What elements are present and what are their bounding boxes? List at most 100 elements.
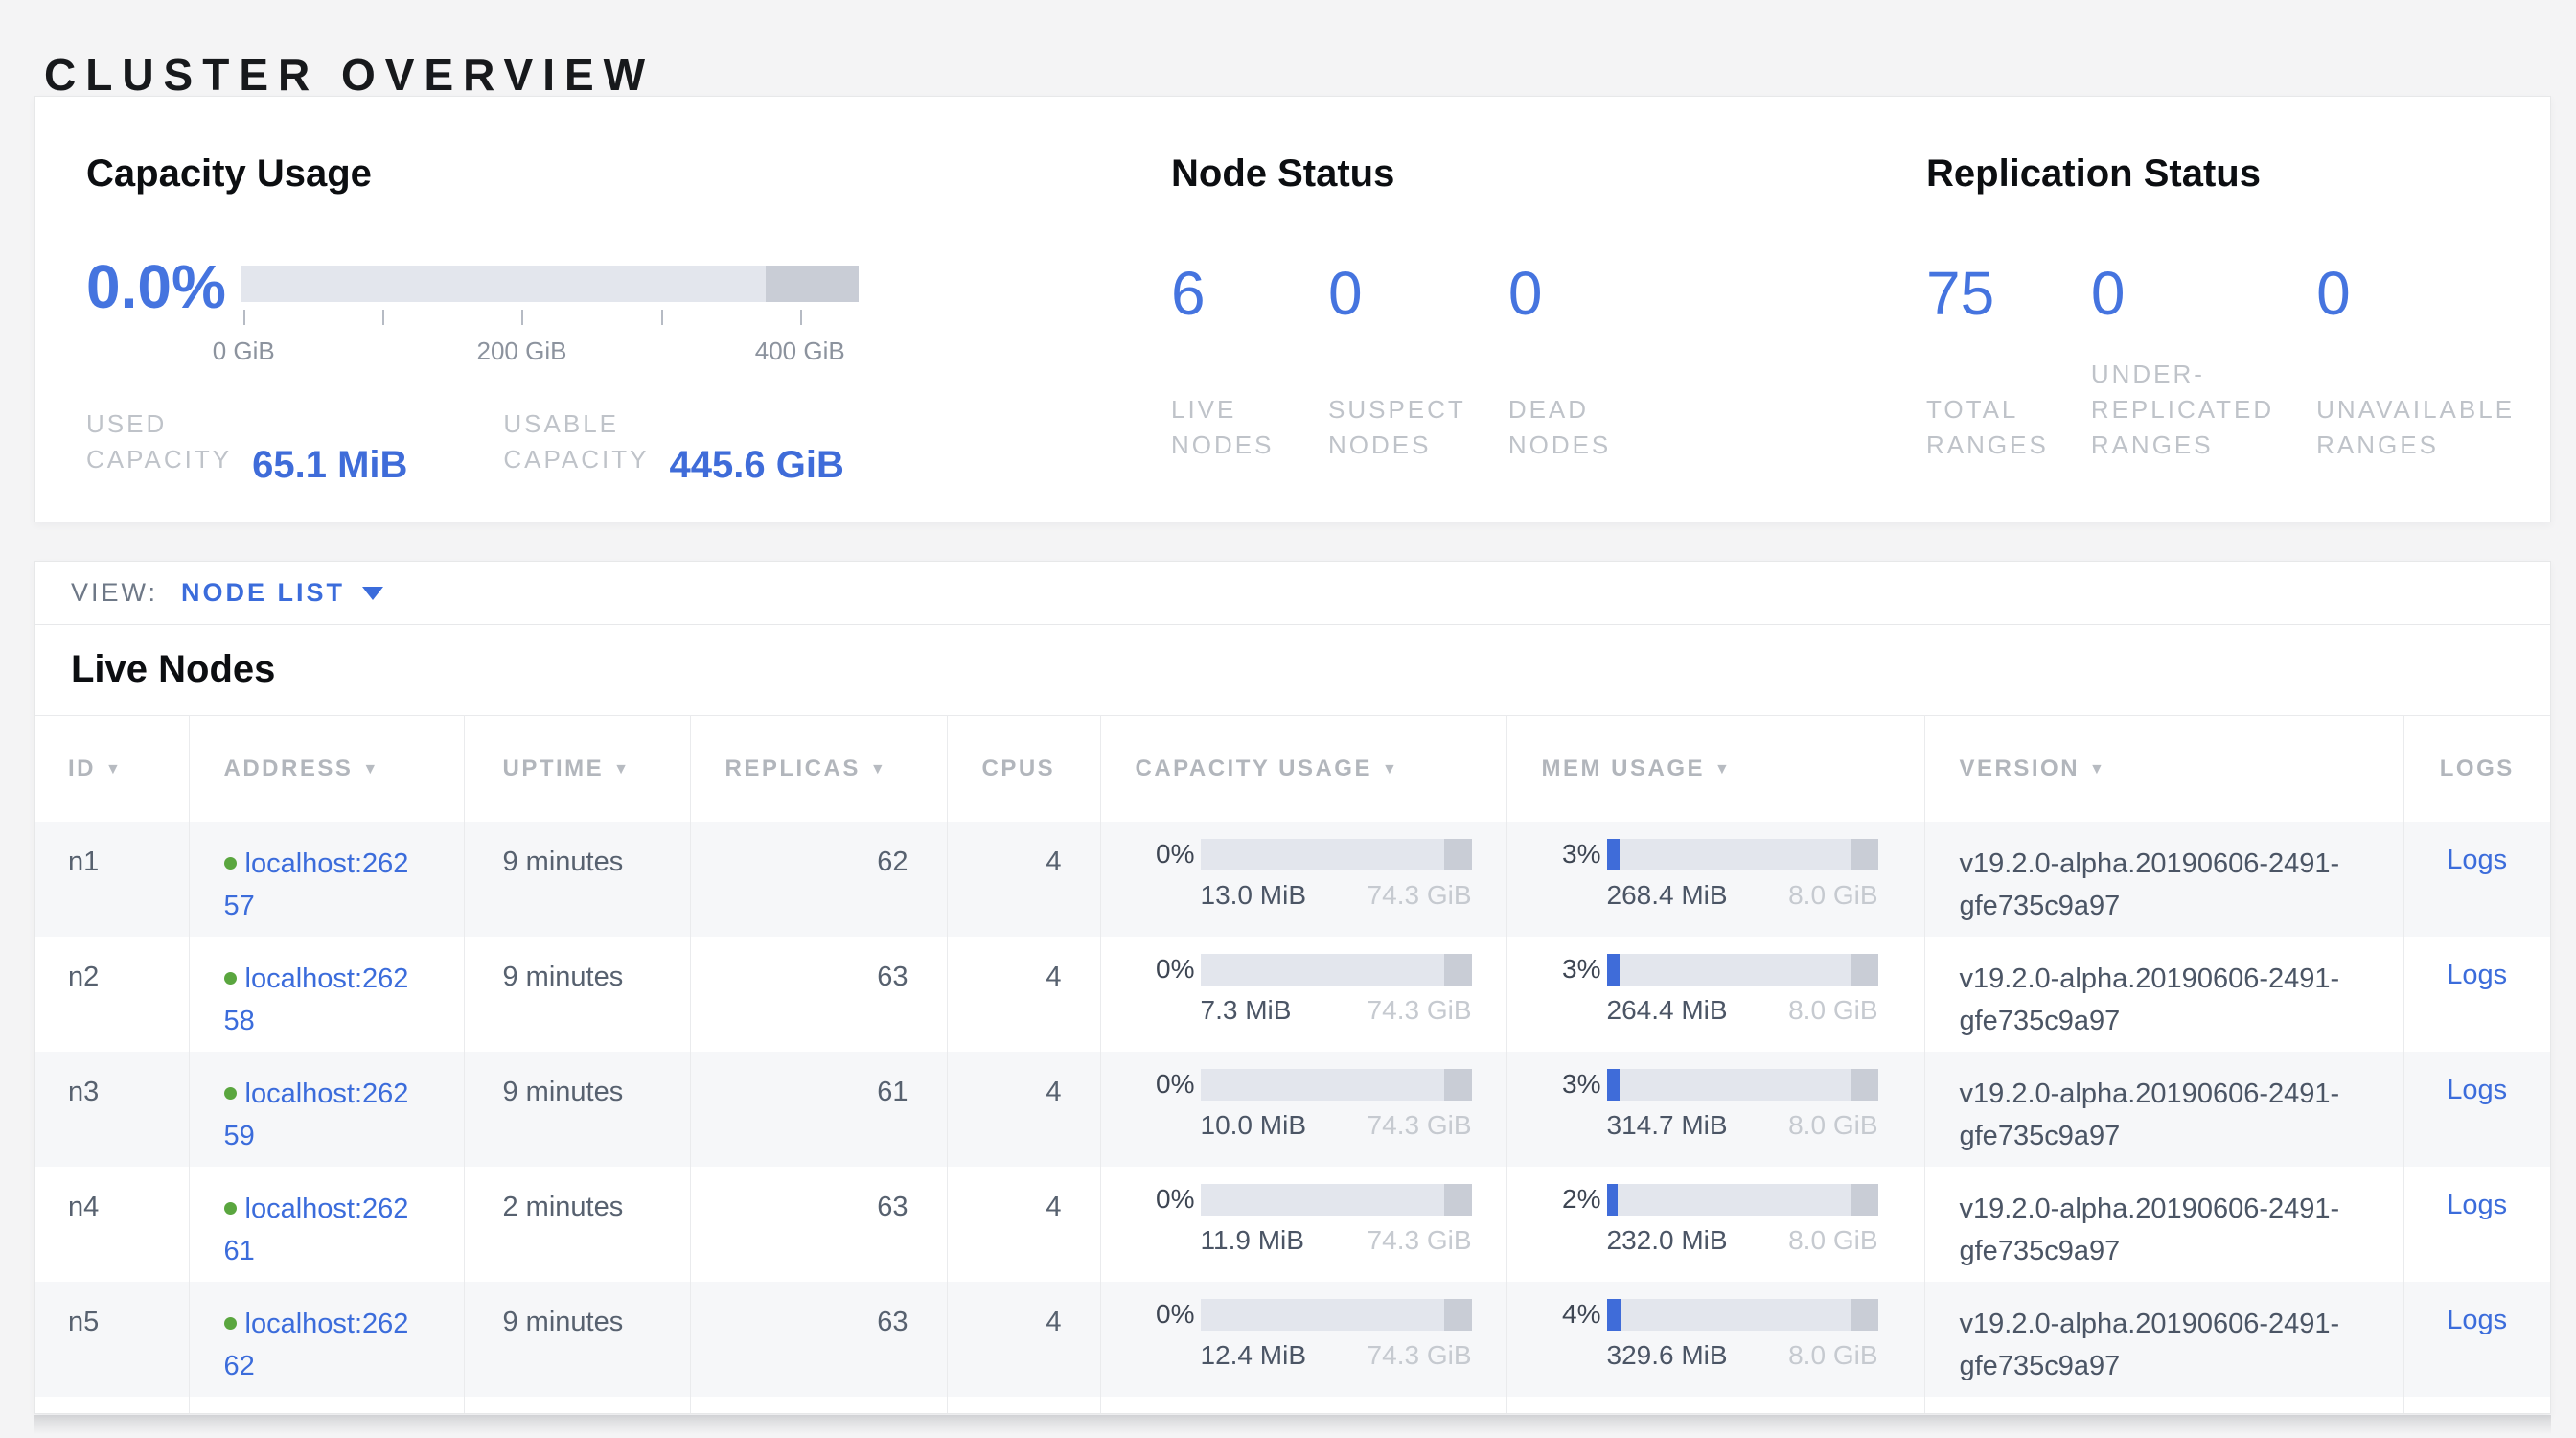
- live-nodes-label: LIVE NODES: [1171, 326, 1286, 463]
- view-label: VIEW:: [71, 578, 158, 608]
- node-address-link[interactable]: localhost:26262: [224, 1303, 416, 1387]
- usable-capacity-label: USABLE CAPACITY: [503, 406, 649, 477]
- column-header-capacity-usage[interactable]: CAPACITY USAGE▼: [1100, 716, 1506, 822]
- gauge-tick: [521, 310, 523, 325]
- capacity-percent: 0%: [1136, 1299, 1195, 1330]
- mem-used: 264.4 MiB: [1607, 995, 1728, 1026]
- sort-icon: ▼: [2089, 761, 2104, 777]
- live-status-dot-icon: [224, 1317, 237, 1330]
- live-status-dot-icon: [224, 1087, 237, 1100]
- unavailable-ranges-count: 0: [2316, 261, 2515, 326]
- capacity-used: 7.3 MiB: [1201, 995, 1292, 1026]
- suspect-nodes-label: SUSPECT NODES: [1328, 326, 1466, 463]
- sort-icon: ▼: [362, 761, 378, 777]
- column-header-cpus: CPUS: [947, 716, 1100, 822]
- logs-link[interactable]: Logs: [2447, 1075, 2507, 1105]
- nodes-table-card: VIEW: NODE LIST Live Nodes ID▼ ADDRESS▼ …: [34, 561, 2551, 1414]
- capacity-bar: [1201, 1184, 1472, 1216]
- live-nodes-stat: 6 LIVE NODES: [1171, 261, 1286, 463]
- node-logs-cell: Logs: [2404, 1167, 2550, 1282]
- column-header-uptime[interactable]: UPTIME▼: [464, 716, 690, 822]
- node-mem-usage-cell: 3% 268.4 MiB8.0 GiB: [1506, 822, 1924, 937]
- mem-bar: [1607, 1299, 1878, 1331]
- used-capacity-value: 65.1 MiB: [252, 446, 407, 484]
- node-uptime: 9 minutes: [464, 822, 690, 937]
- logs-link[interactable]: Logs: [2447, 845, 2507, 875]
- node-address-cell: localhost:26259: [189, 1052, 464, 1167]
- gauge-tick-label: 400 GiB: [755, 336, 845, 366]
- capacity-total: 74.3 GiB: [1368, 995, 1472, 1026]
- mem-percent: 3%: [1542, 839, 1601, 870]
- dead-nodes-label: DEAD NODES: [1508, 326, 1623, 463]
- mem-bar: [1607, 1069, 1878, 1101]
- live-nodes-count: 6: [1171, 261, 1286, 326]
- logs-link[interactable]: Logs: [2447, 960, 2507, 990]
- node-address-link[interactable]: localhost:26259: [224, 1073, 416, 1157]
- logs-link[interactable]: Logs: [2447, 1305, 2507, 1335]
- mem-percent: 3%: [1542, 1069, 1601, 1100]
- viewport-cut-shadow: [34, 1415, 2551, 1438]
- node-row: n3 localhost:26259 9 minutes 61 4 0% 10.…: [35, 1052, 2550, 1167]
- capacity-gauge-bar: 0 GiB 200 GiB 400 GiB: [241, 266, 859, 302]
- node-address-link[interactable]: localhost:26257: [224, 843, 416, 927]
- node-id: n2: [35, 937, 189, 1052]
- node-capacity-usage-cell: 0% 12.4 MiB 74.3 GiB: [1100, 1282, 1506, 1397]
- mem-total: 8.0 GiB: [1788, 1110, 1877, 1141]
- capacity-used: 12.4 MiB: [1201, 1340, 1307, 1371]
- node-replicas: 63: [690, 1167, 947, 1282]
- node-id: n5: [35, 1282, 189, 1397]
- capacity-stats: USED CAPACITY 65.1 MiB USABLE CAPACITY 4…: [86, 406, 1121, 477]
- node-address-link[interactable]: localhost:26258: [224, 958, 416, 1042]
- node-row: n5 localhost:26262 9 minutes 63 4 0% 12.…: [35, 1282, 2550, 1397]
- suspect-nodes-count: 0: [1328, 261, 1466, 326]
- gauge-tick: [661, 310, 663, 325]
- view-selected-value: NODE LIST: [181, 578, 345, 608]
- column-header-replicas[interactable]: REPLICAS▼: [690, 716, 947, 822]
- node-cpus: 4: [947, 937, 1100, 1052]
- mem-used: 268.4 MiB: [1607, 880, 1728, 911]
- column-header-version[interactable]: VERSION▼: [1924, 716, 2404, 822]
- column-header-id[interactable]: ID▼: [35, 716, 189, 822]
- capacity-usage-title: Capacity Usage: [86, 151, 1121, 197]
- live-nodes-table: ID▼ ADDRESS▼ UPTIME▼ REPLICAS▼ CPUS CAPA…: [35, 715, 2550, 1414]
- mem-total: 8.0 GiB: [1788, 1340, 1877, 1371]
- node-address-link[interactable]: localhost:26261: [224, 1188, 416, 1272]
- dead-nodes-stat: 0 DEAD NODES: [1508, 261, 1623, 463]
- capacity-used: 10.0 MiB: [1201, 1110, 1307, 1141]
- capacity-total: 74.3 GiB: [1368, 1340, 1472, 1371]
- dead-nodes-count: 0: [1508, 261, 1623, 326]
- node-replicas: 62: [690, 822, 947, 937]
- node-uptime: 2 minutes: [464, 1167, 690, 1282]
- node-version-cell: v19.2.0-alpha.20190606-2491-gfe735c9a97: [1924, 1167, 2404, 1282]
- node-mem-usage-cell: 3% 264.4 MiB8.0 GiB: [1506, 937, 1924, 1052]
- column-header-mem-usage[interactable]: MEM USAGE▼: [1506, 716, 1924, 822]
- node-row: n1 localhost:26257 9 minutes 62 4 0% 13.…: [35, 822, 2550, 937]
- mem-bar: [1607, 954, 1878, 986]
- logs-link[interactable]: Logs: [2447, 1190, 2507, 1220]
- total-ranges-count: 75: [1926, 261, 2049, 326]
- node-cpus: 4: [947, 822, 1100, 937]
- column-header-logs: LOGS: [2404, 716, 2550, 822]
- capacity-bar: [1201, 839, 1472, 870]
- gauge-tick: [243, 310, 245, 325]
- node-replicas: 63: [690, 1282, 947, 1397]
- node-address-cell: localhost:26258: [189, 937, 464, 1052]
- node-version-cell: v19.2.0-alpha.20190606-2491-gfe735c9a97: [1924, 937, 2404, 1052]
- unavailable-ranges-stat: 0 UNAVAILABLE RANGES: [2316, 261, 2515, 463]
- used-capacity-stat: USED CAPACITY 65.1 MiB: [86, 406, 407, 477]
- mem-percent: 3%: [1542, 954, 1601, 985]
- column-header-address[interactable]: ADDRESS▼: [189, 716, 464, 822]
- under-replicated-ranges-count: 0: [2091, 261, 2274, 326]
- cluster-summary-card: Capacity Usage 0.0% 0 GiB 200 GiB 400 Gi…: [34, 96, 2551, 522]
- node-version-cell: v19.2.0-alpha.20190606-2491-gfe735c9a97: [1924, 1052, 2404, 1167]
- node-replicas: 61: [690, 1052, 947, 1167]
- node-status-stats: 6 LIVE NODES 0 SUSPECT NODES 0 DEAD NODE…: [1171, 261, 1666, 463]
- node-status-section: Node Status 6 LIVE NODES 0 SUSPECT NODES…: [1171, 151, 1666, 463]
- table-header-row: ID▼ ADDRESS▼ UPTIME▼ REPLICAS▼ CPUS CAPA…: [35, 716, 2550, 822]
- view-dropdown[interactable]: NODE LIST: [181, 578, 383, 608]
- capacity-total: 74.3 GiB: [1368, 1225, 1472, 1256]
- node-version-cell: v19.2.0-alpha.20190606-2491-gfe735c9a97: [1924, 822, 2404, 937]
- replication-status-section: Replication Status 75 TOTAL RANGES 0 UND…: [1926, 151, 2557, 463]
- gauge-tick-label: 0 GiB: [213, 336, 275, 366]
- live-nodes-heading: Live Nodes: [35, 625, 2550, 715]
